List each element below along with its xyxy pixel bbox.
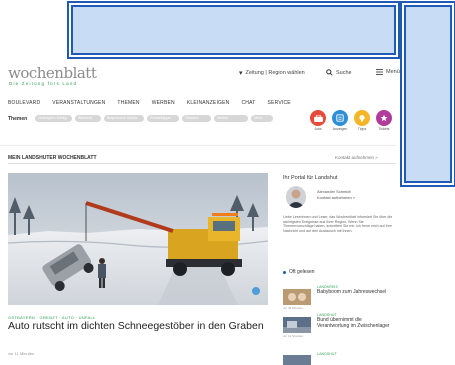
- snow-accident-photo: [8, 173, 268, 305]
- article-date: vor 45 Minuten: [283, 306, 303, 310]
- ads-icon[interactable]: [332, 110, 348, 126]
- topics-label: Themen: [8, 116, 28, 122]
- author-block: Alexander Schmidt Kontakt aufnehmen »: [317, 189, 355, 201]
- top-banner-ad[interactable]: [71, 5, 396, 55]
- topic-pill[interactable]: Wetter: [214, 115, 248, 122]
- service-label-jobs: Jobs: [314, 127, 322, 131]
- bullet-icon: [283, 270, 286, 274]
- search-label: Suche: [336, 69, 352, 76]
- site-header: wochenblatt Die Zeitung fürs Land ▾ Zeit…: [8, 66, 400, 87]
- tickets-icon[interactable]: [376, 110, 392, 126]
- caret-down-icon: ▾: [239, 70, 243, 77]
- site-slogan: Die Zeitung fürs Land: [9, 81, 78, 86]
- portal-intro-text: Liebe Leserinnen und Leser, das Wochenbl…: [283, 215, 393, 233]
- most-read-label: Oft gelesen: [289, 269, 315, 275]
- article-title: Babyboom zum Jahreswechsel: [317, 289, 387, 295]
- topic-pill[interactable]: Glossen: [182, 115, 211, 122]
- article-date: vor 12 Stunden: [283, 334, 304, 338]
- nav-item-themen[interactable]: THEMEN: [117, 100, 139, 110]
- jobs-icon[interactable]: [310, 110, 326, 126]
- article-thumbnail: [283, 289, 311, 305]
- portal-sidebar: Ihr Portal für Landshut Alexander Schmid…: [283, 175, 395, 233]
- topic-pill[interactable]: Bayerische Küche: [104, 115, 144, 122]
- hero-article-image[interactable]: [8, 173, 268, 305]
- menu-label: Menü: [386, 69, 400, 75]
- topic-pill[interactable]: Ostbayern-Derby: [35, 115, 72, 122]
- service-label-tickets: Tickets: [378, 127, 390, 131]
- article-kicker: LANDSHUT: [317, 352, 337, 356]
- region-selector-label: Zeitung | Region wählen: [245, 70, 305, 76]
- nav-item-kleinanzeigen[interactable]: KLEINANZEIGEN: [187, 100, 230, 110]
- hero-date: vor 11 Minuten: [8, 351, 35, 356]
- region-selector[interactable]: ▾ Zeitung | Region wählen: [239, 69, 305, 77]
- list-item[interactable]: LANDSHUT: [283, 352, 395, 365]
- article-thumbnail: [283, 354, 311, 365]
- service-label-ads: Anzeigen: [332, 127, 348, 131]
- topic-pill[interactable]: Blitzlicht: [75, 115, 101, 122]
- hero-headline[interactable]: Auto rutscht im dichten Schneegestöber i…: [8, 320, 270, 333]
- side-skyscraper-ad[interactable]: [404, 5, 452, 183]
- section-title: MEIN LANDSHUTER WOCHENBLATT: [8, 155, 97, 161]
- search-button[interactable]: Suche: [326, 69, 352, 76]
- article-title: Bund übernimmt die Verantwortung im Zwis…: [317, 317, 390, 329]
- service-label-tips: Tipps: [357, 127, 367, 131]
- site-logo[interactable]: wochenblatt: [8, 66, 97, 81]
- most-read-heading: Oft gelesen: [283, 269, 315, 275]
- topic-pill-more[interactable]: Mehr: [251, 115, 273, 122]
- avatar: [286, 186, 306, 208]
- list-item[interactable]: LANDSHUT Bund übernimmt die Verantwortun…: [283, 313, 395, 338]
- nav-item-chat[interactable]: CHAT: [241, 100, 255, 110]
- section-divider: [8, 163, 396, 164]
- main-navigation: BOULEVARD VERANSTALTUNGEN THEMEN WERBEN …: [8, 100, 396, 110]
- header-divider: [0, 145, 396, 146]
- contact-link[interactable]: Kontakt aufnehmen »: [335, 155, 378, 160]
- menu-button[interactable]: Menü: [376, 69, 400, 75]
- portal-title: Ihr Portal für Landshut: [283, 175, 338, 181]
- article-thumbnail: [283, 317, 311, 333]
- nav-item-boulevard[interactable]: BOULEVARD: [8, 100, 40, 110]
- tips-icon[interactable]: [354, 110, 370, 126]
- list-item[interactable]: LANDKREIS Babyboom zum Jahreswechsel vor…: [283, 285, 395, 310]
- search-icon: [326, 69, 333, 76]
- nav-item-werben[interactable]: WERBEN: [152, 100, 175, 110]
- nav-item-service[interactable]: SERVICE: [268, 100, 291, 110]
- hamburger-icon: [376, 69, 383, 75]
- nav-item-veranstaltungen[interactable]: VERANSTALTUNGEN: [52, 100, 105, 110]
- author-contact-link[interactable]: Kontakt aufnehmen »: [317, 195, 355, 201]
- topic-pill[interactable]: Freizeittipps: [147, 115, 179, 122]
